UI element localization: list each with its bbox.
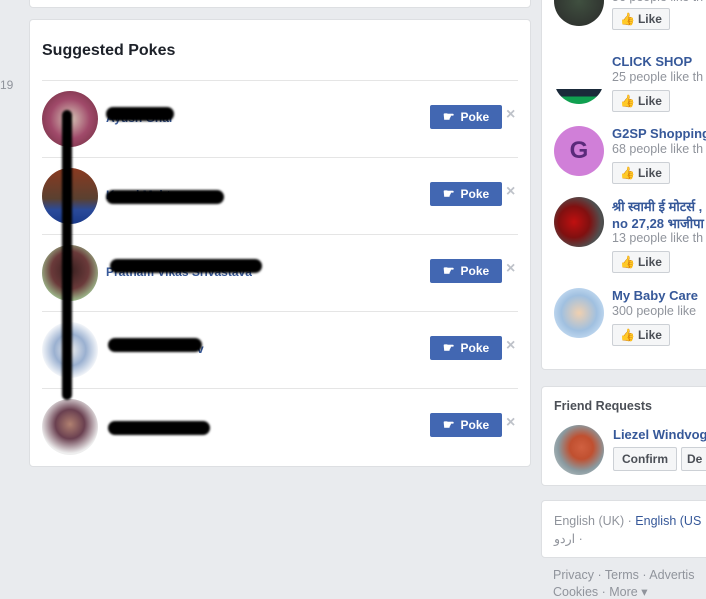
redaction-mark — [110, 259, 262, 273]
poke-hand-icon: ☛ — [442, 417, 455, 432]
redaction-mark — [106, 107, 174, 121]
poke-hand-icon: ☛ — [442, 340, 455, 355]
redaction-mark — [108, 338, 202, 352]
poke-row: Pratham Vikas Srivastava ☛Poke × — [42, 234, 518, 311]
avatar[interactable] — [42, 399, 98, 455]
thumbs-up-icon: 👍 — [620, 255, 635, 269]
friend-request-name[interactable]: Liezel Windvog — [613, 427, 706, 442]
poke-label: Poke — [460, 264, 490, 278]
footer-links-2[interactable]: Cookies · More ▾ — [553, 584, 648, 599]
poke-row: ☛ Poke × — [42, 388, 518, 465]
delete-button[interactable]: De — [681, 447, 706, 471]
language-list: English (UK) · English (US — [554, 514, 701, 528]
poke-button[interactable]: ☛ Poke — [430, 105, 502, 129]
like-button[interactable]: 👍 Like — [612, 90, 670, 112]
poke-row: v ☛Poke × — [42, 311, 518, 388]
poke-row: Ayush Ghai ☛Poke × — [42, 80, 518, 157]
like-label: Like — [637, 94, 662, 108]
page-likes: 13 people like th — [612, 231, 704, 245]
suggested-pages-card: 56 people like th 👍Like CLICK SHOP 25 pe… — [541, 0, 706, 370]
poke-button[interactable]: ☛ Poke — [430, 336, 502, 360]
partial-date-text: 19 — [0, 78, 14, 92]
poke-button[interactable]: ☛ Poke — [430, 413, 502, 437]
friend-requests-title: Friend Requests — [554, 399, 652, 413]
page-name[interactable]: श्री स्वामी ई मोटर्स , — [612, 197, 702, 215]
page-name[interactable]: CLICK SHOP — [612, 54, 692, 69]
poke-label: Poke — [460, 418, 490, 432]
languages-card: English (UK) · English (US اردو · — [541, 500, 706, 558]
thumbs-up-icon: 👍 — [620, 328, 635, 342]
page-name-line2[interactable]: no 27,28 भाजीपा — [612, 214, 704, 232]
footer-links[interactable]: Privacy · Terms · Advertis — [553, 568, 694, 582]
separator: · — [624, 514, 636, 528]
thumbs-up-icon: 👍 — [620, 166, 635, 180]
page-avatar[interactable] — [554, 288, 604, 338]
poke-hand-icon: ☛ — [442, 186, 455, 201]
close-icon[interactable]: × — [506, 260, 515, 278]
previous-card — [29, 0, 531, 8]
suggested-pokes-title: Suggested Pokes — [42, 42, 176, 59]
poke-hand-icon: ☛ — [442, 109, 455, 124]
page-name[interactable]: G2SP Shopping — [612, 126, 706, 141]
language-link-urdu[interactable]: اردو · — [554, 531, 583, 546]
thumbs-up-icon: 👍 — [620, 94, 635, 108]
like-label: Like — [637, 328, 662, 342]
page-likes: 25 people like th — [612, 70, 704, 84]
suggested-pokes-card: Suggested Pokes Ayush Ghai ☛Poke × Kunal… — [29, 19, 531, 467]
page-avatar[interactable]: G — [554, 126, 604, 176]
poke-row: Kunal Mehta ☛Poke × — [42, 157, 518, 234]
page-likes: 68 people like th — [612, 142, 704, 156]
page-avatar[interactable] — [554, 0, 604, 26]
close-icon[interactable]: × — [506, 337, 515, 355]
page-likes: 300 people like — [612, 304, 697, 318]
like-button[interactable]: 👍 Like — [612, 162, 670, 184]
language-link[interactable]: English (US — [635, 514, 701, 528]
confirm-button[interactable]: Confirm — [613, 447, 677, 471]
redaction-mark — [106, 190, 224, 204]
like-label: Like — [637, 166, 662, 180]
redaction-mark — [108, 421, 210, 435]
poke-button[interactable]: ☛ Poke — [430, 259, 502, 283]
page-avatar[interactable] — [554, 54, 604, 104]
page-avatar[interactable] — [554, 197, 604, 247]
poke-hand-icon: ☛ — [442, 263, 455, 278]
like-label: Like — [637, 255, 662, 269]
like-button[interactable]: 👍 Like — [612, 324, 670, 346]
like-button[interactable]: 👍 Like — [612, 8, 670, 30]
poke-label: Poke — [460, 187, 490, 201]
close-icon[interactable]: × — [506, 106, 515, 124]
current-language: English (UK) — [554, 514, 625, 528]
avatar[interactable] — [554, 425, 604, 475]
close-icon[interactable]: × — [506, 414, 515, 432]
friend-requests-card: Friend Requests Liezel Windvog Confirm D… — [541, 386, 706, 486]
redaction-scribble — [62, 110, 72, 400]
thumbs-up-icon: 👍 — [620, 12, 635, 26]
like-label: Like — [637, 12, 662, 26]
poke-label: Poke — [460, 110, 490, 124]
page-likes: 56 people like th — [612, 0, 703, 4]
poke-button[interactable]: ☛ Poke — [430, 182, 502, 206]
close-icon[interactable]: × — [506, 183, 515, 201]
poke-label: Poke — [460, 341, 490, 355]
like-button[interactable]: 👍 Like — [612, 251, 670, 273]
page-name[interactable]: My Baby Care — [612, 288, 698, 303]
